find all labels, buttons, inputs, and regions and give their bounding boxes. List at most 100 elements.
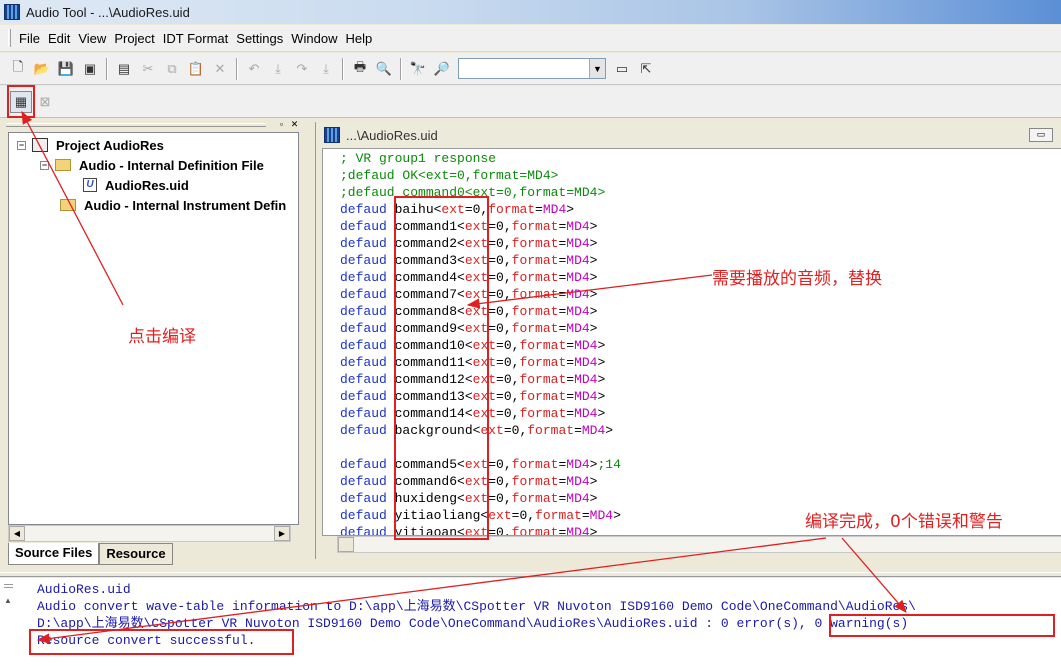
menu-grip [8,29,11,47]
code-attr: format [511,304,559,319]
code-value: MD4 [566,491,590,506]
cut-icon[interactable]: ✂ [137,58,159,80]
code-attr: format [527,423,575,438]
code-value: MD4 [574,406,598,421]
code-punct: =0, [488,321,512,336]
print-preview-icon[interactable]: 🔍 [373,58,395,80]
code-keyword: defaud [340,304,387,319]
menu-help[interactable]: Help [342,31,377,46]
editor-title: ...\AudioRes.uid [346,127,438,143]
copy-icon[interactable]: ⧉ [161,58,183,80]
menu-window[interactable]: Window [287,31,341,46]
code-keyword: defaud [340,321,387,336]
annotation-box-errors [829,614,1055,637]
code-punct: = [574,423,582,438]
redo-icon[interactable]: ↷ [291,58,313,80]
code-punct: > [613,508,621,523]
code-keyword: defaud [340,287,387,302]
toolbar-separator [106,57,108,80]
redo-down-icon[interactable]: ⤓ [315,58,337,80]
code-comment: ;defaud OK<ext=0,format=MD4> [340,168,559,183]
print-icon[interactable]: 🖶 [349,58,371,80]
code-value: MD4 [566,525,590,536]
scroll-left-icon[interactable]: ◀ [9,526,25,541]
code-keyword: defaud [340,338,387,353]
folder-icon [60,199,76,211]
tree-item-audiores-uid[interactable]: U AudioRes.uid [83,176,189,194]
scroll-left-icon[interactable] [338,537,354,552]
save-all-icon[interactable]: ▣ [79,58,101,80]
code-attr: format [488,202,536,217]
find-next-icon[interactable]: 🔎 [431,58,453,80]
code-punct: > [589,491,598,506]
output-splitter[interactable] [0,572,1061,577]
code-value: MD4 [574,355,598,370]
code-punct: > [597,389,606,404]
code-keyword: defaud [340,236,387,251]
tree-item-instrument-definition[interactable]: Audio - Internal Instrument Defin [60,196,286,214]
code-keyword: defaud [340,219,387,234]
window-titlebar: Audio Tool - ...\AudioRes.uid [0,0,1061,24]
code-punct: > [566,202,575,217]
code-attr: ext [488,508,512,523]
code-value: MD4 [566,253,590,268]
save-icon[interactable]: 💾 [55,58,77,80]
panel-close-icon[interactable]: ✕ [289,119,300,130]
project-icon [32,138,48,152]
code-value: MD4 [566,321,590,336]
delete-icon[interactable]: ✕ [209,58,231,80]
tree-horizontal-scrollbar[interactable]: ◀ ▶ [8,525,291,542]
undo-down-icon[interactable]: ⤓ [267,58,289,80]
find-icon[interactable]: 🔭 [407,58,429,80]
tab-source-files[interactable]: Source Files [8,543,100,565]
code-value: MD4 [574,338,598,353]
code-punct: > [589,304,598,319]
code-punct: > [589,287,598,302]
new-file-icon[interactable]: 🗋 [7,58,29,80]
code-keyword: defaud [340,423,387,438]
code-value: MD4 [566,236,590,251]
window-layout-icon[interactable]: ▭ [611,58,633,80]
menu-edit[interactable]: Edit [44,31,74,46]
collapse-icon[interactable]: − [40,160,49,170]
code-punct: > [597,372,606,387]
tab-resource[interactable]: Resource [99,543,173,565]
tree-item-definition-file[interactable]: − Audio - Internal Definition File [40,156,264,174]
chevron-down-icon[interactable]: ▼ [589,59,605,78]
paste-icon[interactable]: 📋 [185,58,207,80]
code-punct: > [589,236,598,251]
panel-grip [6,123,266,127]
toolbar-combo[interactable]: ▼ [458,58,606,79]
code-keyword: defaud [340,525,387,536]
code-punct: > [597,338,606,353]
menu-view[interactable]: View [74,31,110,46]
menu-settings[interactable]: Settings [232,31,287,46]
menu-project[interactable]: Project [110,31,158,46]
scroll-right-icon[interactable]: ▶ [274,526,290,541]
menu-file[interactable]: File [15,31,44,46]
menu-bar: File Edit View Project IDT Format Settin… [0,25,1061,52]
open-folder-icon[interactable]: 📂 [31,58,53,80]
code-attr: format [511,287,559,302]
undo-icon[interactable]: ↶ [243,58,265,80]
code-punct: > [589,253,598,268]
code-value: MD4 [566,474,590,489]
panel-restore-icon[interactable]: ▫ [276,119,287,130]
code-punct: > [589,474,598,489]
annotation-compile: 点击编译 [128,327,196,347]
tree-root[interactable]: − Project AudioRes [17,136,164,154]
help-pointer-icon[interactable]: ⇱ [635,58,657,80]
minimize-icon[interactable]: ▭ [1029,128,1053,142]
code-attr: format [511,219,559,234]
code-punct: = [566,338,575,353]
code-keyword: defaud [340,253,387,268]
code-punct: = [566,355,575,370]
menu-idt-format[interactable]: IDT Format [159,31,233,46]
properties-icon[interactable]: ▤ [113,58,135,80]
code-punct: =0, [496,338,520,353]
collapse-icon[interactable]: − [17,140,26,150]
code-keyword: defaud [340,389,387,404]
stop-build-icon[interactable]: ⊠ [34,91,56,113]
code-punct: > [589,270,598,285]
code-punct: > [605,423,614,438]
